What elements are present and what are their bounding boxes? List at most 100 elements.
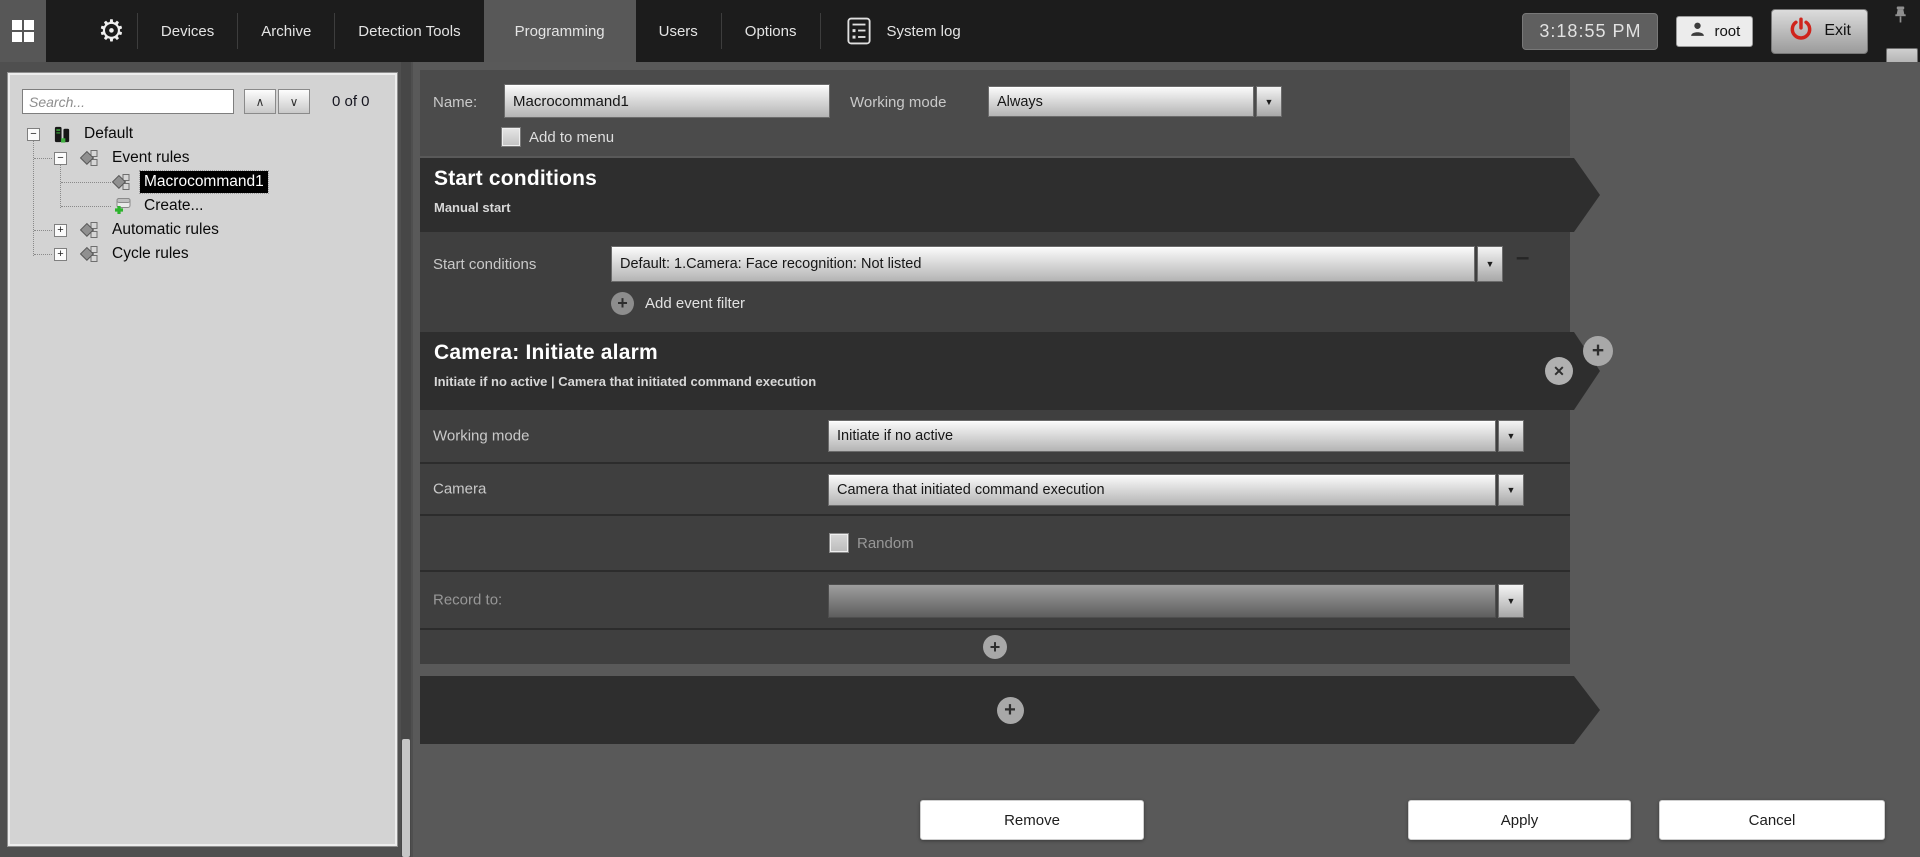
tree-panel: ∧ ∨ 0 of 0 − <box>8 73 397 846</box>
expander-icon[interactable]: + <box>54 224 67 237</box>
splitter-handle[interactable] <box>402 739 410 857</box>
remove-condition-button[interactable]: – <box>1516 244 1529 272</box>
search-next-button[interactable]: ∨ <box>278 89 310 114</box>
remove-button[interactable]: Remove <box>920 800 1144 840</box>
tree-item-default[interactable]: − Default <box>10 122 395 146</box>
name-label: Name: <box>433 94 477 111</box>
dropdown-arrow-icon[interactable]: ▼ <box>1477 246 1503 282</box>
server-icon <box>53 125 72 144</box>
record-to-value <box>828 584 1496 618</box>
application-window: ⚙ Devices Archive Detection Tools Progra… <box>0 0 1920 857</box>
system-log-button[interactable]: System log <box>821 0 977 62</box>
tree-item-label-selected: Macrocommand1 <box>140 171 268 193</box>
action-random-row: Random <box>420 514 1570 570</box>
menu-item-detection-tools[interactable]: Detection Tools <box>335 0 483 62</box>
add-action-button[interactable]: + <box>1583 336 1613 366</box>
clock-display: 3:18:55 PM <box>1522 13 1658 50</box>
remove-action-button[interactable]: ✕ <box>1545 357 1573 385</box>
tree-item-event-rules[interactable]: − Event rules <box>10 146 395 170</box>
user-icon <box>1689 21 1706 42</box>
section-title: Start conditions <box>420 158 1600 191</box>
working-mode-dropdown[interactable]: Always ▼ <box>988 86 1282 117</box>
tree-item-cycle-rules[interactable]: + Cycle rules <box>10 242 395 266</box>
rule-icon <box>112 174 132 190</box>
exit-button[interactable]: Exit <box>1771 9 1868 54</box>
action-camera-label: Camera <box>433 481 486 498</box>
search-input[interactable] <box>22 89 234 114</box>
random-label: Random <box>857 535 914 552</box>
tree-item-create[interactable]: Create... <box>10 194 395 218</box>
macro-name-input[interactable] <box>504 84 830 118</box>
gear-icon: ⚙ <box>98 14 125 49</box>
system-log-label: System log <box>887 23 977 40</box>
settings-gear-button[interactable]: ⚙ <box>86 0 137 62</box>
tree-item-label: Default <box>80 123 137 145</box>
record-to-label: Record to: <box>433 592 502 609</box>
rules-tree: − Default − <box>10 122 395 266</box>
action-section-body: Working mode Initiate if no active ▼ Cam… <box>420 410 1570 664</box>
working-mode-label: Working mode <box>850 94 946 111</box>
working-mode-value: Always <box>988 86 1254 117</box>
add-parameter-button[interactable]: + <box>983 635 1007 659</box>
action-camera-row: Camera Camera that initiated command exe… <box>420 462 1570 514</box>
action-record-to-row: Record to: ▼ <box>420 570 1570 628</box>
tree-item-label: Automatic rules <box>108 219 223 241</box>
apply-button[interactable]: Apply <box>1408 800 1631 840</box>
system-log-icon <box>821 17 887 45</box>
search-row: ∧ ∨ 0 of 0 <box>22 89 385 114</box>
power-icon <box>1788 16 1814 47</box>
record-to-dropdown[interactable]: ▼ <box>828 584 1524 618</box>
pin-button[interactable] <box>1883 5 1917 29</box>
add-event-filter-label: Add event filter <box>645 295 745 312</box>
exit-label: Exit <box>1824 22 1851 40</box>
add-action-parameter-row: + <box>420 628 1570 664</box>
section-title: Camera: Initiate alarm <box>420 332 1600 365</box>
add-to-menu-checkbox[interactable] <box>502 128 520 146</box>
macro-editor-panel: Name: Working mode Always ▼ Add to menu … <box>413 62 1920 857</box>
start-condition-value: Default: 1.Camera: Face recognition: Not… <box>611 246 1475 282</box>
grid-icon <box>12 20 34 42</box>
search-match-count: 0 of 0 <box>332 93 370 110</box>
action-camera-dropdown[interactable]: Camera that initiated command execution … <box>828 474 1524 506</box>
create-plus-icon <box>112 197 132 215</box>
expander-icon[interactable]: + <box>54 248 67 261</box>
sidebar-splitter[interactable] <box>401 62 411 857</box>
dropdown-arrow-icon[interactable]: ▼ <box>1498 420 1524 452</box>
menu-item-users[interactable]: Users <box>636 0 721 62</box>
add-to-menu-label: Add to menu <box>529 129 614 146</box>
add-section-band: + <box>420 676 1600 744</box>
start-condition-dropdown[interactable]: Default: 1.Camera: Face recognition: Not… <box>611 246 1503 282</box>
expander-icon[interactable]: − <box>27 128 40 141</box>
rule-icon <box>80 150 100 166</box>
search-prev-button[interactable]: ∧ <box>244 89 276 114</box>
tree-item-label: Event rules <box>108 147 194 169</box>
dropdown-arrow-icon[interactable]: ▼ <box>1498 474 1524 506</box>
add-event-filter-button[interactable]: + Add event filter <box>611 292 745 315</box>
current-user-button[interactable]: root <box>1676 16 1753 47</box>
menu-item-archive[interactable]: Archive <box>238 0 334 62</box>
rule-icon <box>80 246 100 262</box>
tree-item-automatic-rules[interactable]: + Automatic rules <box>10 218 395 242</box>
apps-grid-button[interactable] <box>0 0 46 62</box>
random-checkbox[interactable] <box>830 534 848 552</box>
chevron-up-icon: ∧ <box>256 95 265 109</box>
action-working-mode-dropdown[interactable]: Initiate if no active ▼ <box>828 420 1524 452</box>
dropdown-arrow-icon[interactable]: ▼ <box>1256 86 1282 117</box>
action-working-mode-label: Working mode <box>433 428 529 445</box>
cancel-button[interactable]: Cancel <box>1659 800 1885 840</box>
plus-icon: + <box>611 292 634 315</box>
menu-item-options[interactable]: Options <box>722 0 820 62</box>
add-section-button[interactable]: + <box>997 697 1024 724</box>
start-conditions-section-header: Start conditions Manual start <box>420 158 1600 232</box>
menu-item-programming[interactable]: Programming <box>484 0 636 62</box>
expander-icon[interactable]: − <box>54 152 67 165</box>
tree-item-label: Cycle rules <box>108 243 193 265</box>
action-working-mode-row: Working mode Initiate if no active ▼ <box>420 410 1570 462</box>
sidebar-area: ∧ ∨ 0 of 0 − <box>0 62 413 857</box>
topbar: ⚙ Devices Archive Detection Tools Progra… <box>0 0 1920 62</box>
tree-item-label: Create... <box>140 195 207 217</box>
dropdown-arrow-icon[interactable]: ▼ <box>1498 584 1524 618</box>
tree-item-macrocommand1[interactable]: Macrocommand1 <box>10 170 395 194</box>
start-conditions-row-label: Start conditions <box>433 256 536 273</box>
menu-item-devices[interactable]: Devices <box>138 0 237 62</box>
